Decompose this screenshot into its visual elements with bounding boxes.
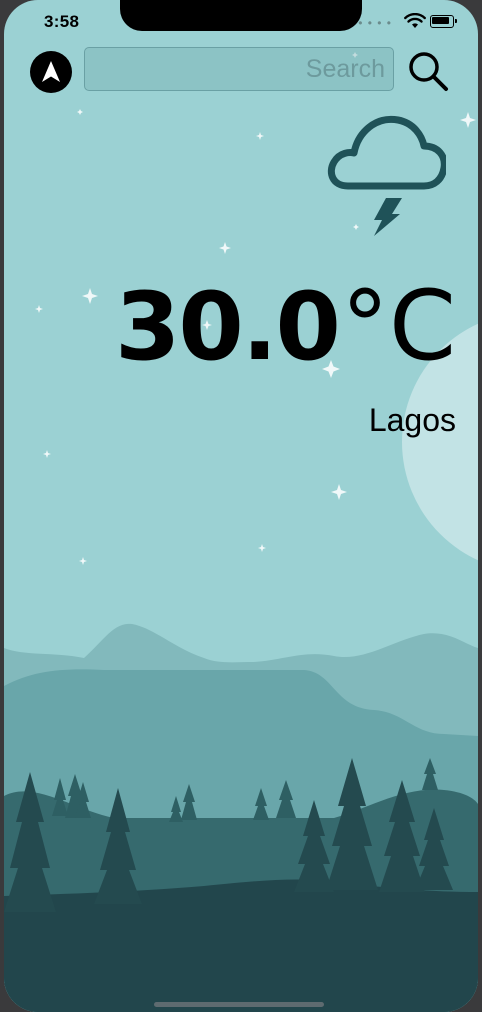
device-notch (120, 0, 362, 31)
wifi-icon (404, 13, 426, 28)
star (258, 544, 266, 552)
battery-icon (430, 15, 457, 28)
search-input[interactable] (85, 48, 393, 90)
star (77, 109, 83, 115)
ground (4, 879, 478, 1012)
star (256, 132, 264, 140)
temperature-value: 30.0 (115, 273, 341, 382)
star (35, 305, 43, 313)
landscape-illustration (4, 623, 478, 1012)
home-indicator[interactable] (154, 1002, 324, 1007)
star (82, 288, 98, 304)
device-frame: 3:58 • • • • 30.0 °C (0, 0, 482, 1012)
temperature-unit: °C (340, 270, 456, 382)
app-screen: 3:58 • • • • 30.0 °C (4, 0, 478, 1012)
location-arrow-icon (42, 61, 60, 82)
search-field[interactable] (84, 47, 394, 91)
star (460, 112, 476, 128)
signal-dots-icon: • • • • (358, 16, 392, 30)
current-location-button[interactable] (30, 51, 72, 93)
star (79, 557, 87, 565)
cloud-lightning-icon (327, 115, 446, 236)
star (43, 450, 51, 458)
temperature-display: 30.0 °C (115, 270, 456, 382)
star (331, 484, 347, 500)
status-time: 3:58 (44, 12, 80, 31)
magnifier-icon[interactable] (406, 49, 450, 93)
star (219, 242, 231, 254)
city-name: Lagos (368, 402, 456, 438)
